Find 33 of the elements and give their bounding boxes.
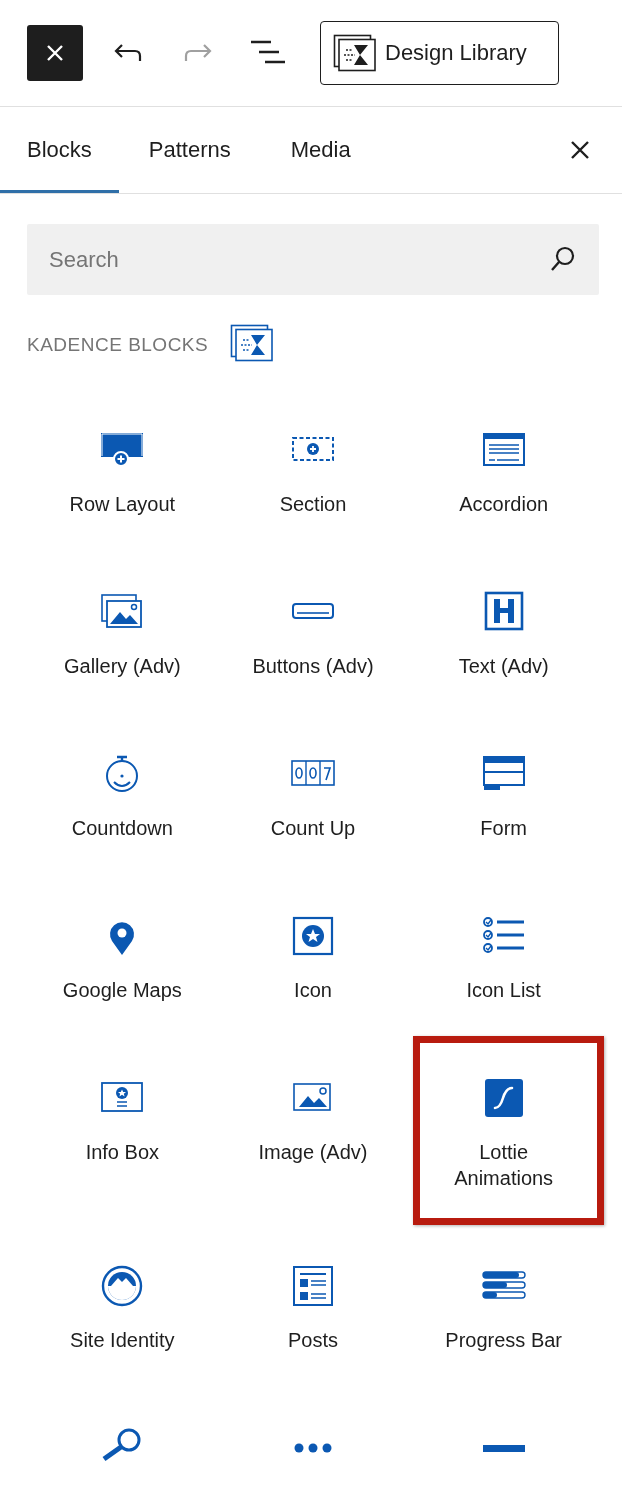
- block-button[interactable]: Site Identity: [27, 1227, 218, 1389]
- block-button[interactable]: Buttons (Adv): [217, 553, 409, 715]
- post-list-icon: [290, 1264, 336, 1308]
- dash-icon: [482, 1444, 525, 1452]
- block-button[interactable]: Count Up: [217, 715, 409, 877]
- block-button[interactable]: Section: [217, 391, 409, 553]
- block-button[interactable]: Accordion: [408, 391, 599, 553]
- block-button[interactable]: Info Box: [27, 1039, 218, 1201]
- block-button[interactable]: Form: [408, 715, 599, 877]
- search-field[interactable]: Search: [27, 224, 599, 295]
- star-badge-icon: [290, 914, 336, 958]
- block-button[interactable]: Posts: [217, 1227, 409, 1389]
- close-icon: [45, 43, 65, 63]
- tab[interactable]: Blocks: [0, 107, 119, 193]
- search-icon: [549, 245, 577, 273]
- block-button[interactable]: Google Maps: [27, 877, 218, 1039]
- list-view-icon: [250, 40, 286, 66]
- block-button[interactable]: Icon List: [408, 877, 599, 1039]
- block-button[interactable]: Text (Adv): [408, 553, 599, 715]
- category-heading: KADENCE BLOCKS: [27, 334, 209, 356]
- close-icon: [570, 140, 590, 160]
- design-library-button[interactable]: Design Library: [320, 21, 559, 85]
- block-button[interactable]: Countdown: [27, 715, 218, 877]
- three-dots-icon: [294, 1443, 332, 1453]
- block-button[interactable]: Gallery (Adv): [27, 553, 218, 715]
- tab[interactable]: Patterns: [118, 107, 261, 193]
- block-button[interactable]: Icon: [217, 877, 409, 1039]
- block-button[interactable]: Progress Bar: [408, 1227, 599, 1389]
- close-button[interactable]: [27, 25, 83, 81]
- tab[interactable]: Media: [260, 107, 381, 193]
- block-button[interactable]: Image (Adv): [217, 1039, 409, 1201]
- block-button[interactable]: Row Layout: [27, 391, 218, 553]
- block-button[interactable]: Lottie Animations: [408, 1039, 599, 1227]
